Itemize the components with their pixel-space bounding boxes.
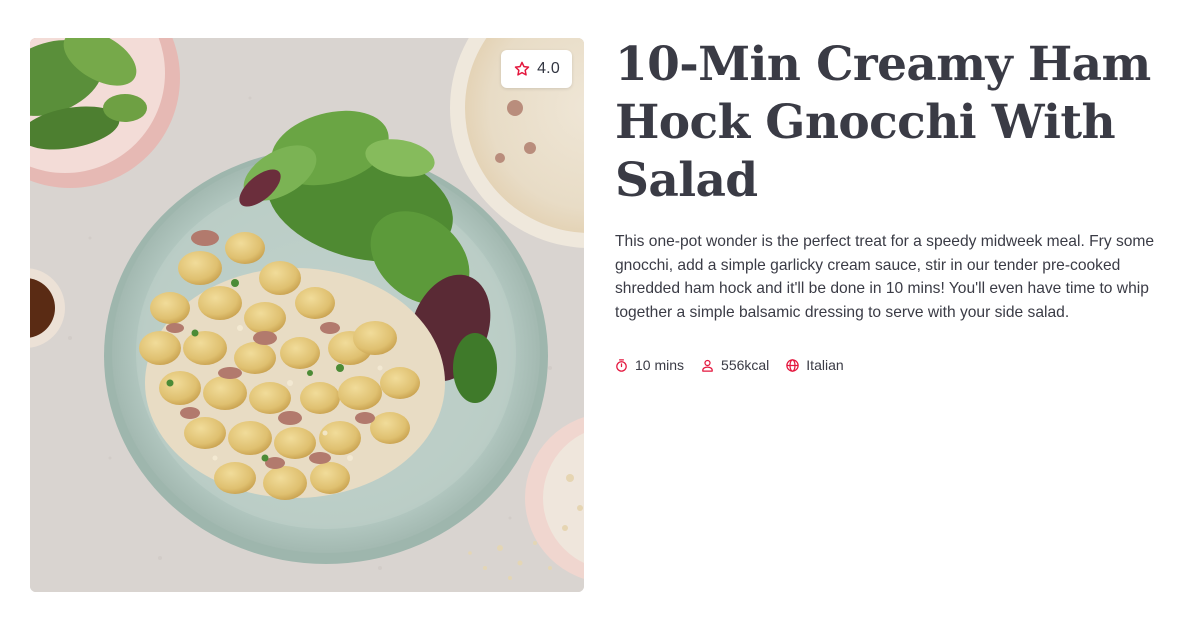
meta-time-label: 10 mins [635,357,685,373]
stopwatch-icon [616,358,627,372]
meta-cuisine-label: Italian [806,357,844,373]
star-outline-icon [514,61,530,76]
meta-time: 10 mins [614,357,684,373]
recipe-title: 10-Min Creamy Ham Hock Gnocchi With Sala… [615,37,1151,208]
meta-calories: 556kcal [700,357,769,373]
person-icon [702,359,713,372]
meta-calories-label: 556kcal [721,357,770,373]
rating-value: 4.0 [537,60,560,77]
rating-badge: 4.0 [501,50,572,88]
recipe-meta: 10 mins 556kcal Italian [614,355,844,375]
recipe-description: This one-pot wonder is the perfect treat… [615,233,1155,321]
gnocchi-dish-image [30,38,584,592]
meta-cuisine: Italian [785,357,844,373]
recipe-photo [30,38,584,592]
globe-icon [786,358,800,372]
